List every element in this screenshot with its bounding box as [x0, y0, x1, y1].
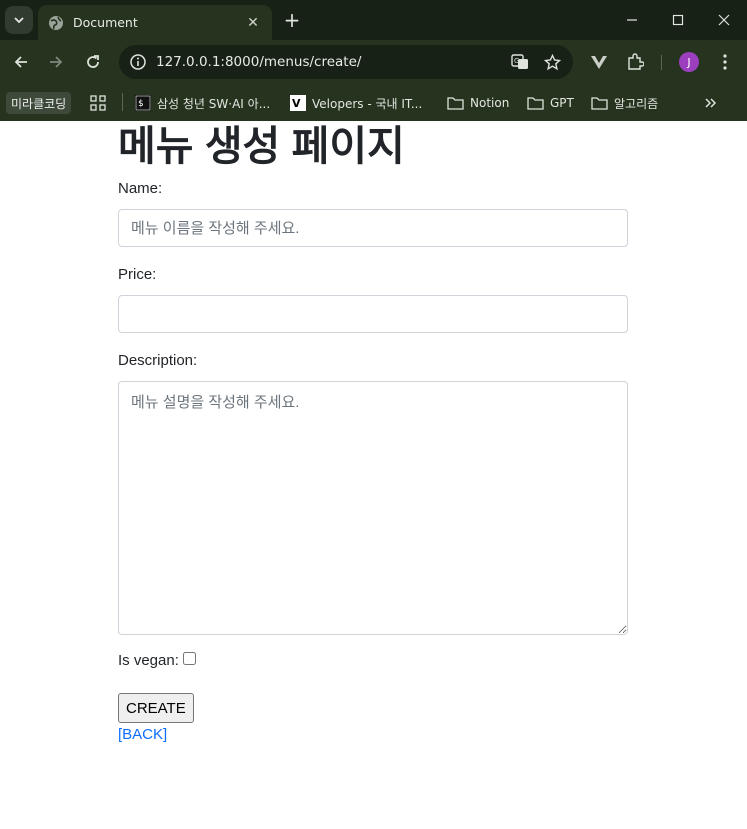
bookmark-folder-gpt[interactable]: GPT [527, 92, 574, 114]
chevron-down-icon [14, 17, 24, 24]
svg-text:V: V [292, 97, 301, 110]
velopers-favicon-icon: V [290, 95, 306, 111]
star-icon[interactable] [541, 51, 563, 73]
url-host: 127.0.0.1 [156, 54, 221, 70]
bookmark-label: GPT [550, 96, 574, 110]
translate-icon[interactable]: G [509, 51, 531, 73]
tab-strip: Document ✕ + [0, 0, 747, 40]
minimize-icon [627, 19, 637, 21]
bookmarks-bar: 미라클코딩 $ 삼성 청년 SW·AI 아... V Velopers - 국내… [0, 84, 747, 121]
bookmark-label: 삼성 청년 SW·AI 아... [157, 96, 271, 111]
terminal-favicon-icon: $ [135, 95, 151, 111]
vue-devtools-icon[interactable] [588, 51, 610, 73]
vegan-row: Is vegan: [118, 652, 628, 669]
bookmark-label: 알고리즘 [614, 96, 659, 111]
description-label: Description: [118, 352, 198, 369]
bookmarks-separator [122, 93, 123, 111]
menu-create-form: 메뉴 생성 페이지 Name: Price: Description: Is v… [118, 121, 628, 743]
folder-icon [527, 97, 544, 110]
site-info-icon[interactable] [128, 52, 148, 72]
reload-button[interactable] [79, 48, 107, 76]
browser-chrome: Document ✕ + 127.0.0.1:8000/menus/create… [0, 0, 747, 121]
page-title: 메뉴 생성 페이지 [118, 123, 405, 169]
browser-toolbar: 127.0.0.1:8000/menus/create/ G J [0, 40, 747, 84]
bookmark-folder-notion[interactable]: Notion [447, 92, 509, 114]
vegan-checkbox[interactable] [182, 652, 196, 665]
tab-close-icon[interactable]: ✕ [244, 15, 262, 31]
address-bar[interactable]: 127.0.0.1:8000/menus/create/ G [119, 45, 573, 79]
back-nav-button[interactable] [7, 48, 35, 76]
vegan-label: Is vegan: [118, 652, 179, 669]
menu-kebab-icon[interactable] [714, 51, 736, 73]
svg-text:$: $ [138, 99, 143, 109]
close-window-button[interactable] [701, 0, 747, 40]
description-textarea[interactable] [118, 381, 628, 635]
tab-document[interactable]: Document ✕ [38, 5, 272, 40]
arrow-left-icon [14, 56, 27, 68]
bookmark-velopers[interactable]: V Velopers - 국내 IT... [290, 92, 422, 114]
toolbar-divider [661, 55, 662, 70]
name-input[interactable] [118, 209, 628, 247]
maximize-icon [672, 14, 684, 26]
bookmark-samsung-swai[interactable]: $ 삼성 청년 SW·AI 아... [135, 92, 270, 114]
forward-nav-button[interactable] [42, 48, 70, 76]
new-tab-button[interactable]: + [281, 8, 303, 32]
arrow-right-icon [50, 56, 63, 68]
bookmarks-overflow-icon[interactable] [704, 92, 724, 114]
tab-title: Document [73, 15, 138, 30]
extensions-icon[interactable] [624, 51, 646, 73]
reload-icon [87, 55, 99, 68]
bookmark-label: Velopers - 국내 IT... [312, 96, 423, 111]
url-text[interactable]: 127.0.0.1:8000/menus/create/ [156, 54, 509, 70]
tab-search-button[interactable] [5, 6, 33, 34]
bookmark-folder-algorithm[interactable]: 알고리즘 [591, 92, 658, 114]
svg-text:G: G [514, 57, 519, 65]
price-input[interactable] [118, 295, 628, 333]
close-icon [718, 14, 730, 26]
url-path: :8000/menus/create/ [220, 54, 362, 70]
bookmark-miracle-coding[interactable]: 미라클코딩 [6, 92, 72, 114]
globe-icon [49, 15, 63, 30]
maximize-button[interactable] [655, 0, 701, 40]
back-link[interactable]: [BACK] [118, 726, 167, 743]
folder-icon [447, 97, 464, 110]
page-viewport: 메뉴 생성 페이지 Name: Price: Description: Is v… [0, 121, 747, 829]
minimize-button[interactable] [609, 0, 655, 40]
apps-grid-icon[interactable] [90, 92, 112, 114]
profile-avatar[interactable]: J [679, 52, 699, 72]
create-button[interactable]: CREATE [118, 693, 194, 723]
name-label: Name: [118, 180, 163, 197]
price-label: Price: [118, 266, 157, 283]
bookmark-label: Notion [470, 96, 510, 110]
folder-icon [591, 97, 608, 110]
create-button-row: CREATE [118, 693, 628, 723]
